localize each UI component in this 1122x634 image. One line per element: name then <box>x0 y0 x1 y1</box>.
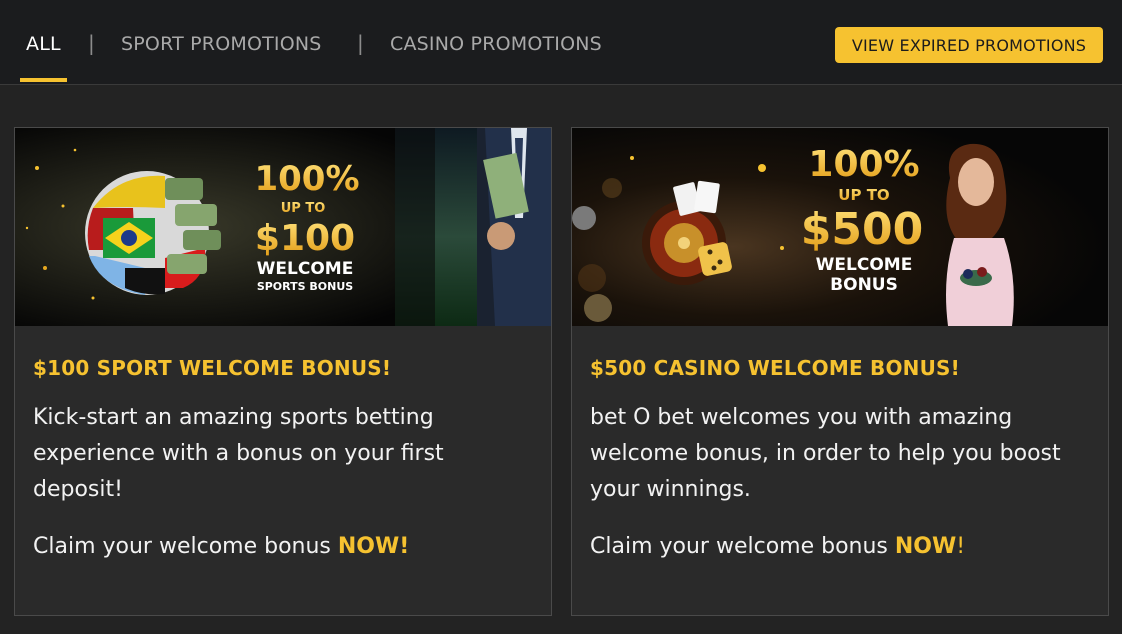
sport-banner-percent: 100% <box>254 159 359 199</box>
casino-banner-image: 100% UP TO $500 WELCOME BONUS <box>572 128 1108 326</box>
casino-banner-percent: 100% <box>808 144 919 185</box>
sport-banner-upto: UP TO <box>281 201 326 216</box>
claim-now-highlight: NOW <box>894 534 957 559</box>
casino-promo-banner[interactable]: 100% UP TO $500 WELCOME BONUS <box>572 128 1108 326</box>
promo-card-description: bet O bet welcomes you with amazing welc… <box>590 405 1061 502</box>
poker-chip-icon <box>584 294 612 322</box>
view-expired-promotions-button[interactable]: VIEW EXPIRED PROMOTIONS <box>835 27 1103 63</box>
tab-all[interactable]: ALL <box>26 33 61 55</box>
promo-card-title: $100 SPORT WELCOME BONUS! <box>33 356 392 380</box>
sport-promo-banner[interactable]: 100% UP TO $100 WELCOME SPORTS BONUS <box>15 128 551 326</box>
casino-banner-sub: BONUS <box>830 275 898 295</box>
promo-card-claim: Claim your welcome bonus NOW! <box>33 534 410 559</box>
promo-card-sport: 100% UP TO $100 WELCOME SPORTS BONUS $10… <box>14 127 552 616</box>
casino-banner-welcome: WELCOME <box>816 255 913 275</box>
promo-card-claim: Claim your welcome bonus NOW! <box>590 534 966 559</box>
tab-sport-promotions[interactable]: SPORT PROMOTIONS <box>121 33 322 55</box>
promo-card-casino: 100% UP TO $500 WELCOME BONUS $500 CASIN… <box>571 127 1109 616</box>
promo-card-description: Kick-start an amazing sports betting exp… <box>33 405 444 502</box>
businessman-icon <box>477 128 551 326</box>
poker-chip-icon <box>572 206 596 230</box>
sport-banner-welcome: WELCOME <box>257 259 354 279</box>
sport-banner-image: 100% UP TO $100 WELCOME SPORTS BONUS <box>15 128 551 326</box>
tab-separator: | <box>357 31 364 55</box>
tab-casino-promotions[interactable]: CASINO PROMOTIONS <box>390 33 602 55</box>
sport-banner-sub: SPORTS BONUS <box>257 280 353 293</box>
promo-card-title: $500 CASINO WELCOME BONUS! <box>590 356 960 380</box>
sport-banner-amount: $100 <box>255 218 355 259</box>
promotions-nav: ALL | SPORT PROMOTIONS | CASINO PROMOTIO… <box>0 0 1122 85</box>
active-tab-indicator <box>20 78 67 82</box>
casino-banner-upto: UP TO <box>838 186 889 204</box>
playing-card-icon <box>694 180 720 214</box>
casino-banner-amount: $500 <box>801 204 923 255</box>
tab-separator: | <box>88 31 95 55</box>
dice-icon <box>698 242 732 276</box>
claim-now-highlight: NOW! <box>337 534 410 559</box>
